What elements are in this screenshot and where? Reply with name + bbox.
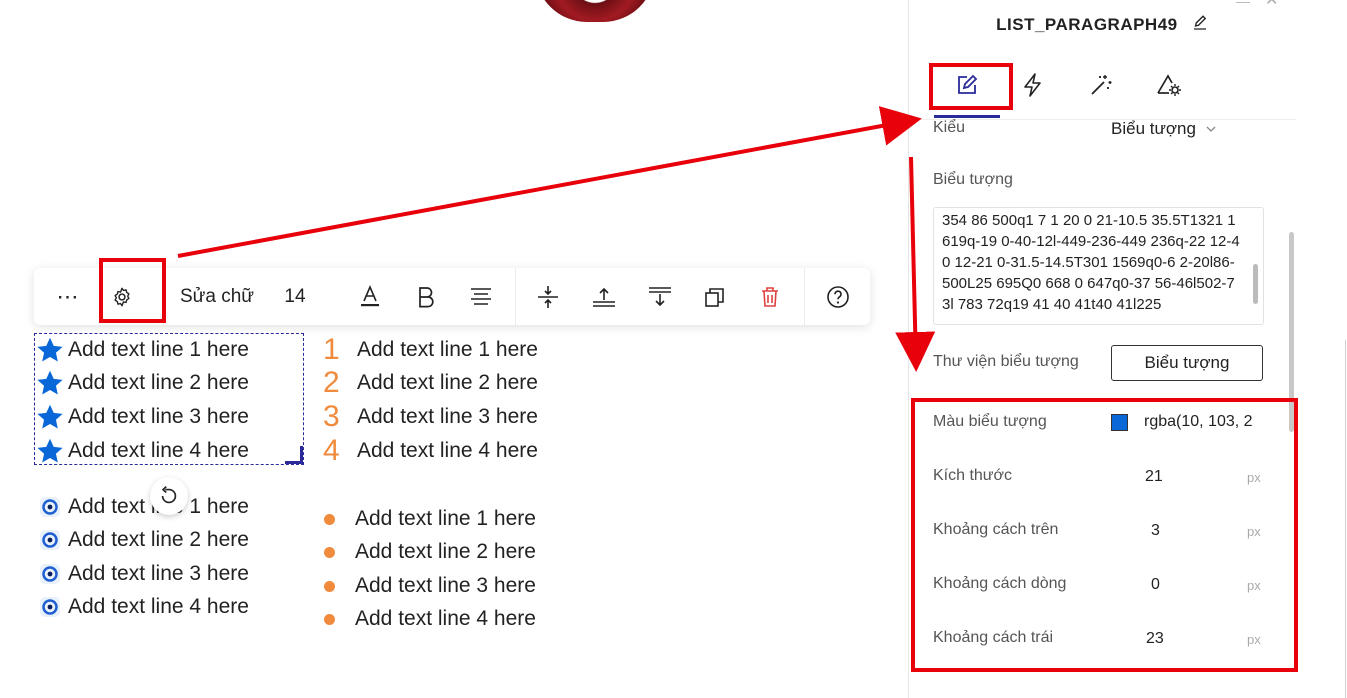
arrow-to-edit-tab [177, 106, 922, 258]
arrow-to-properties [895, 156, 936, 372]
annotation-arrows [177, 106, 936, 372]
